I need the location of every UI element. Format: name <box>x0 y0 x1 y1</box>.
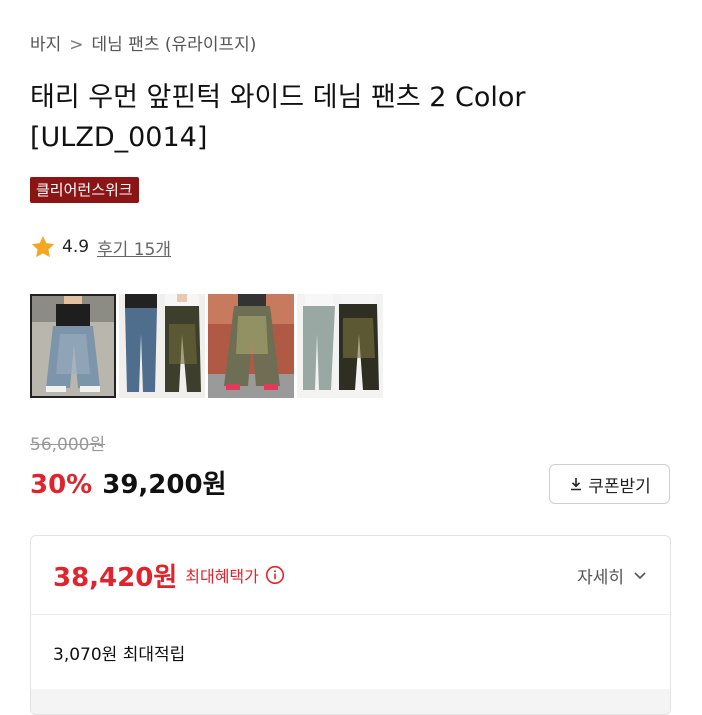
detail-toggle[interactable]: 자세히 <box>577 563 648 588</box>
review-count-link[interactable]: 후기 15개 <box>97 235 171 260</box>
points-row: 3,070원 최대적립 <box>53 644 186 665</box>
thumbnail-3[interactable] <box>208 294 294 398</box>
sale-badge: 클리어런스위크 <box>30 177 139 203</box>
price-row: 30% 39,200원 <box>30 464 227 501</box>
breadcrumb-parent[interactable]: 바지 <box>30 35 61 55</box>
breadcrumb-brand[interactable]: (유라이프지) <box>165 35 256 55</box>
breadcrumb: 바지 > 데님 팬츠 (유라이프지) <box>30 30 256 55</box>
max-benefit-label: 최대혜택가 <box>185 567 259 586</box>
coupon-button-label: 쿠폰받기 <box>588 476 651 497</box>
thumbnail-2[interactable] <box>119 294 205 398</box>
original-price: 56,000원 <box>30 435 106 455</box>
coupon-button[interactable]: 쿠폰받기 <box>549 464 670 504</box>
breadcrumb-separator: > <box>69 35 84 55</box>
sale-price: 39,200원 <box>102 470 227 500</box>
info-icon[interactable] <box>265 565 285 585</box>
star-icon <box>31 235 55 258</box>
discount-rate: 30% <box>30 470 93 500</box>
rating-score: 4.9 <box>62 237 90 257</box>
breadcrumb-current[interactable]: 데님 팬츠 <box>92 35 160 55</box>
thumbnail-4[interactable] <box>297 294 383 398</box>
benefit-footer <box>31 689 670 714</box>
rating: 4.9 후기 15개 <box>30 233 171 261</box>
product-title: 태리 우먼 앞핀턱 와이드 데님 팬츠 2 Color [ULZD_0014] <box>30 82 526 153</box>
benefit-panel: 38,420원 최대혜택가 자세히 3,070원 최대적립 <box>30 535 671 715</box>
thumbnail-1[interactable] <box>30 294 116 398</box>
benefit-header[interactable]: 38,420원 최대혜택가 자세히 <box>31 536 670 615</box>
chevron-down-icon <box>634 572 646 580</box>
download-icon <box>571 478 582 491</box>
max-benefit-price: 38,420원 <box>53 562 178 593</box>
detail-label: 자세히 <box>577 567 624 588</box>
thumbnail-list <box>30 294 383 398</box>
